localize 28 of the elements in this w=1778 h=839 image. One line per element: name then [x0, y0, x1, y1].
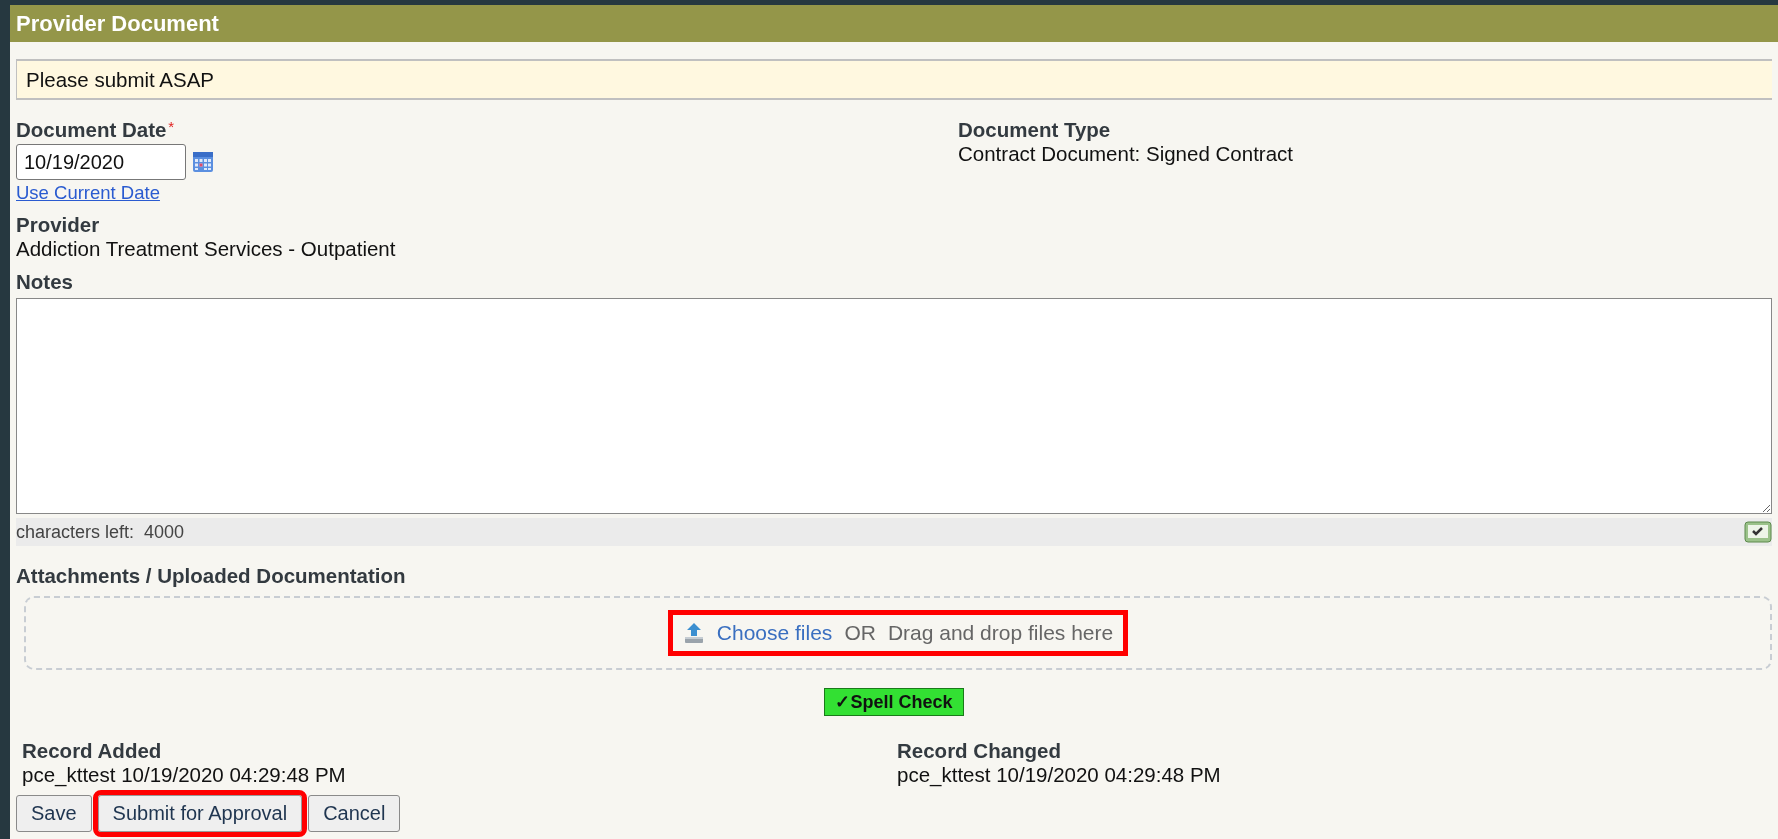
file-drop-zone[interactable]: Choose files OR Drag and drop files here: [24, 596, 1772, 670]
save-button[interactable]: Save: [16, 795, 92, 832]
cancel-button[interactable]: Cancel: [308, 795, 401, 832]
character-counter: characters left: 4000: [16, 521, 185, 543]
field-label: Record Changed: [897, 739, 1062, 763]
upload-icon: [682, 621, 705, 645]
field-value: pce_kttest 10/19/2020 04:29:48 PM: [22, 763, 347, 787]
use-current-date-link[interactable]: Use Current Date: [16, 182, 160, 204]
spell-check-icon[interactable]: [1744, 521, 1772, 543]
field-value: Addiction Treatment Services - Outpatient: [16, 237, 397, 261]
separator-text: OR: [844, 621, 876, 645]
field-label: Document Date: [16, 118, 167, 142]
choose-files-link[interactable]: Choose files: [716, 621, 833, 645]
field-label: Document Type: [958, 118, 1111, 142]
spell-check-button[interactable]: ✓Spell Check: [824, 688, 964, 716]
section-heading: Attachments / Uploaded Documentation: [16, 564, 406, 588]
field-label: Record Added: [22, 739, 162, 763]
notes-field[interactable]: [16, 298, 1772, 514]
field-value: pce_kttest 10/19/2020 04:29:48 PM: [897, 763, 1222, 787]
message-banner: Please submit ASAP: [16, 59, 1772, 100]
drop-hint: Drag and drop files here: [887, 621, 1114, 645]
field-label: Notes: [16, 270, 73, 294]
date-field[interactable]: 10/19/2020: [16, 144, 186, 180]
field-value: Contract Document: Signed Contract: [958, 142, 1293, 166]
calendar-icon[interactable]: [192, 151, 214, 173]
window-title: Provider Document: [10, 5, 1778, 42]
required-mark: *: [168, 118, 175, 135]
field-label: Provider: [16, 213, 100, 237]
